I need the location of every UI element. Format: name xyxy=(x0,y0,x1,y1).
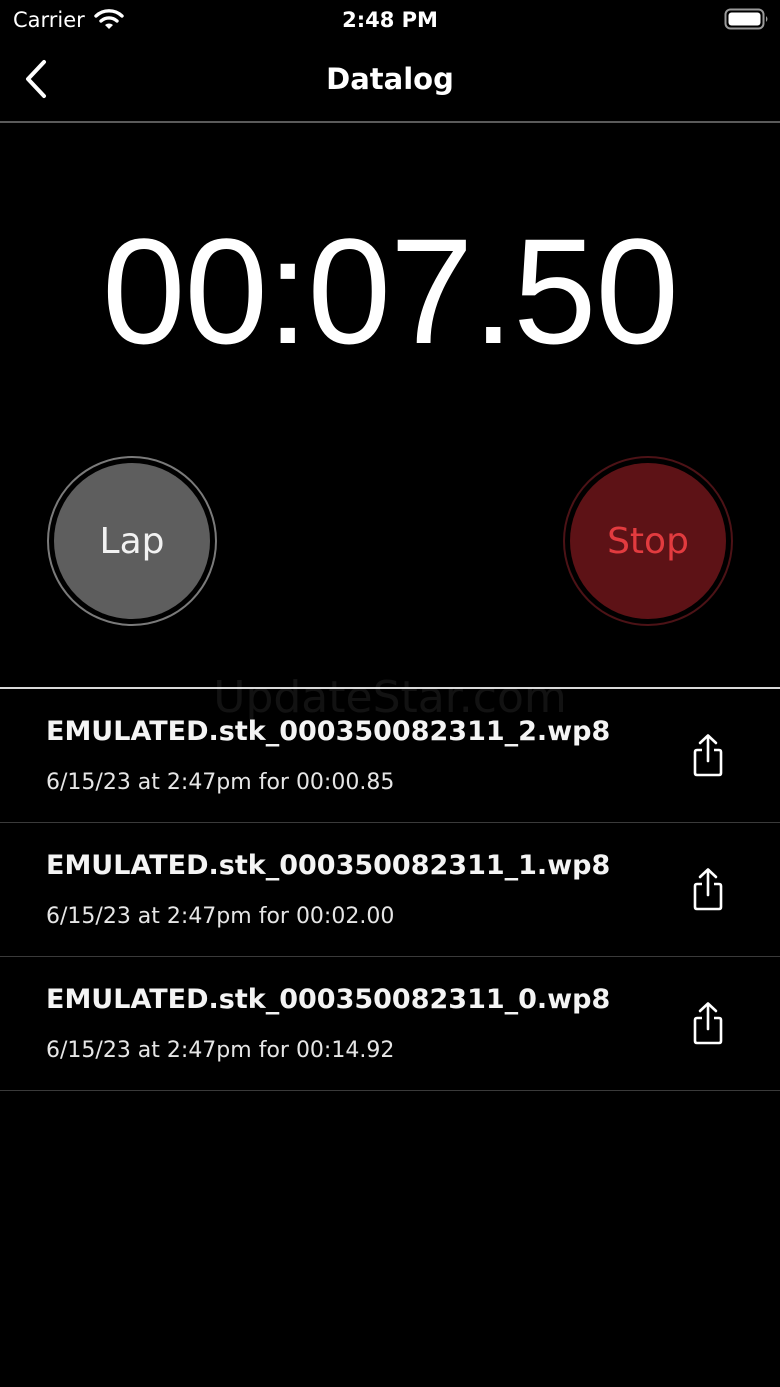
battery-icon xyxy=(724,8,770,30)
log-filename: EMULATED.stk_000350082311_2.wp8 xyxy=(46,716,611,747)
datalog-list: EMULATED.stk_000350082311_2.wp8 6/15/23 … xyxy=(0,689,780,1091)
log-filename: EMULATED.stk_000350082311_1.wp8 xyxy=(46,850,611,881)
share-button[interactable] xyxy=(688,733,728,779)
lap-button[interactable]: Lap xyxy=(47,456,217,626)
log-details: 6/15/23 at 2:47pm for 00:02.00 xyxy=(46,904,395,929)
list-item[interactable]: EMULATED.stk_000350082311_2.wp8 6/15/23 … xyxy=(0,689,780,823)
lap-button-label: Lap xyxy=(54,463,210,619)
list-item[interactable]: EMULATED.stk_000350082311_0.wp8 6/15/23 … xyxy=(0,957,780,1091)
share-icon xyxy=(688,733,728,779)
stop-button[interactable]: Stop xyxy=(563,456,733,626)
share-button[interactable] xyxy=(688,1001,728,1047)
navigation-bar: Datalog xyxy=(0,40,780,123)
log-details: 6/15/23 at 2:47pm for 00:14.92 xyxy=(46,1038,395,1063)
share-button[interactable] xyxy=(688,867,728,913)
status-bar: Carrier 2:48 PM xyxy=(0,0,780,40)
share-icon xyxy=(688,1001,728,1047)
status-time: 2:48 PM xyxy=(342,8,438,32)
log-details: 6/15/23 at 2:47pm for 00:00.85 xyxy=(46,770,395,795)
stop-button-label: Stop xyxy=(570,463,726,619)
share-icon xyxy=(688,867,728,913)
stopwatch-display: 00:07.50 xyxy=(102,207,679,375)
page-title: Datalog xyxy=(326,62,454,96)
list-item[interactable]: EMULATED.stk_000350082311_1.wp8 6/15/23 … xyxy=(0,823,780,957)
log-filename: EMULATED.stk_000350082311_0.wp8 xyxy=(46,984,611,1015)
